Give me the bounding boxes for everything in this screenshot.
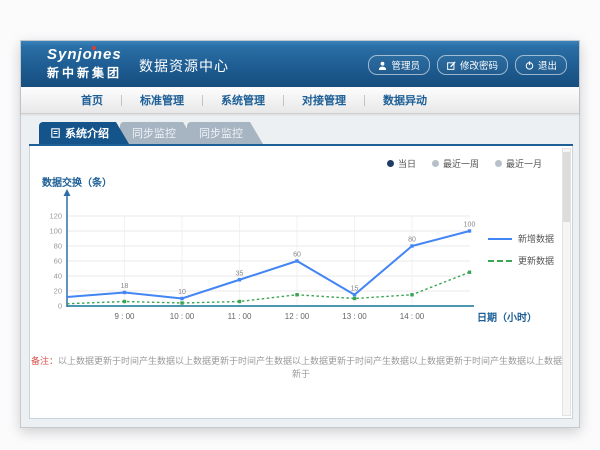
svg-text:0: 0 bbox=[58, 302, 62, 311]
nav-divider bbox=[283, 95, 284, 106]
data-point bbox=[410, 293, 413, 296]
svg-text:60: 60 bbox=[54, 257, 62, 266]
horizontal-gridlines bbox=[68, 216, 470, 291]
svg-text:9 : 00: 9 : 00 bbox=[114, 312, 135, 321]
legend-label: 更新数据 bbox=[518, 254, 554, 267]
y-tick-labels: 0 20 40 60 80 100 120 bbox=[49, 212, 62, 311]
data-point-label: 35 bbox=[236, 270, 244, 277]
data-point bbox=[410, 244, 413, 247]
user-button[interactable]: 管理员 bbox=[368, 55, 430, 75]
data-point bbox=[238, 300, 241, 303]
svg-text:40: 40 bbox=[54, 272, 62, 281]
legend-line-sample bbox=[488, 238, 512, 240]
edit-icon bbox=[447, 61, 456, 70]
svg-text:10 : 00: 10 : 00 bbox=[170, 312, 195, 321]
legend-item: 新增数据 bbox=[488, 232, 554, 245]
note-text: 以上数据更新于时间产生数据以上数据更新于时间产生数据以上数据更新于时间产生数据以… bbox=[58, 356, 571, 379]
legend-line-sample bbox=[488, 260, 512, 262]
chart-x-axis-title: 日期（小时） bbox=[477, 309, 537, 324]
nav-item-data-change[interactable]: 数据异动 bbox=[379, 92, 431, 108]
app-title: 数据资源中心 bbox=[139, 41, 229, 87]
data-point bbox=[295, 293, 298, 296]
legend-item: 更新数据 bbox=[488, 254, 554, 267]
svg-text:100: 100 bbox=[49, 227, 62, 236]
svg-text:20: 20 bbox=[54, 287, 62, 296]
data-point-label: 100 bbox=[464, 222, 476, 229]
tab-sync-monitor-2[interactable]: 同步监控 bbox=[187, 122, 263, 144]
app-header: Synjones 新中新集团 数据资源中心 管理员 修改密码 bbox=[21, 41, 579, 87]
power-icon bbox=[525, 61, 534, 70]
change-password-label: 修改密码 bbox=[460, 58, 498, 72]
company-text: 新中新集团 bbox=[47, 64, 122, 81]
data-point-label: 60 bbox=[293, 252, 301, 259]
data-point bbox=[468, 229, 471, 232]
svg-text:14 : 00: 14 : 00 bbox=[400, 312, 425, 321]
tab-label: 系统介绍 bbox=[65, 125, 109, 141]
svg-text:80: 80 bbox=[54, 242, 62, 251]
tab-label: 同步监控 bbox=[199, 125, 243, 141]
app-window: Synjones 新中新集团 数据资源中心 管理员 修改密码 bbox=[20, 40, 580, 428]
x-tick-labels: 9 : 00 10 : 00 11 : 00 12 : 00 13 : 00 14 : 0… bbox=[114, 312, 424, 321]
scrollbar-thumb[interactable] bbox=[563, 152, 570, 222]
svg-text:13 : 00: 13 : 00 bbox=[342, 312, 367, 321]
brand-text: Synjones bbox=[47, 46, 122, 63]
tab-label: 同步监控 bbox=[132, 125, 176, 141]
logo: Synjones 新中新集团 bbox=[47, 46, 122, 81]
data-point bbox=[468, 271, 471, 274]
main-nav: 首页 标准管理 系统管理 对接管理 数据异动 bbox=[21, 87, 579, 114]
tab-sync-monitor-1[interactable]: 同步监控 bbox=[120, 122, 196, 144]
nav-item-standard-management[interactable]: 标准管理 bbox=[136, 92, 188, 108]
nav-divider bbox=[121, 95, 122, 106]
svg-text:11 : 00: 11 : 00 bbox=[228, 312, 252, 321]
data-point bbox=[123, 300, 126, 303]
nav-divider bbox=[364, 95, 365, 106]
svg-text:12 : 00: 12 : 00 bbox=[285, 312, 310, 321]
nav-item-interface-management[interactable]: 对接管理 bbox=[298, 92, 350, 108]
logout-button[interactable]: 退出 bbox=[515, 55, 567, 75]
logo-red-dot bbox=[92, 46, 96, 50]
tab-system-intro[interactable]: 系统介绍 bbox=[39, 122, 129, 144]
tab-bar: 系统介绍 同步监控 同步监控 bbox=[39, 122, 263, 144]
person-icon bbox=[378, 61, 387, 70]
data-point-label: 10 bbox=[178, 289, 186, 296]
content-panel: 当日最近一周最近一月 数据交换（条） 0204060801001209 : 00… bbox=[29, 146, 573, 419]
document-icon bbox=[51, 128, 60, 138]
y-axis-arrow-icon bbox=[64, 189, 71, 196]
chart-legend: 新增数据更新数据 bbox=[488, 232, 554, 267]
data-point bbox=[353, 293, 356, 296]
data-point bbox=[180, 297, 183, 300]
change-password-button[interactable]: 修改密码 bbox=[437, 55, 508, 75]
nav-item-system-management[interactable]: 系统管理 bbox=[217, 92, 269, 108]
footer-note: 备注：以上数据更新于时间产生数据以上数据更新于时间产生数据以上数据更新于时间产生… bbox=[30, 354, 572, 380]
brand-label: Synjones bbox=[47, 46, 122, 63]
svg-text:120: 120 bbox=[49, 212, 62, 221]
data-point bbox=[238, 278, 241, 281]
data-point bbox=[123, 291, 126, 294]
nav-divider bbox=[202, 95, 203, 106]
user-label: 管理员 bbox=[391, 58, 420, 72]
data-point bbox=[353, 297, 356, 300]
data-point-label: 15 bbox=[351, 285, 359, 292]
data-point bbox=[180, 301, 183, 304]
user-area: 管理员 修改密码 退出 bbox=[368, 55, 567, 75]
data-point-label: 80 bbox=[408, 237, 416, 244]
note-prefix: 备注： bbox=[31, 356, 58, 366]
legend-label: 新增数据 bbox=[518, 232, 554, 245]
nav-item-home[interactable]: 首页 bbox=[77, 92, 107, 108]
data-point-label: 18 bbox=[121, 283, 129, 290]
logout-label: 退出 bbox=[538, 58, 557, 72]
panel-scrollbar[interactable] bbox=[562, 148, 571, 416]
data-point bbox=[295, 259, 298, 262]
